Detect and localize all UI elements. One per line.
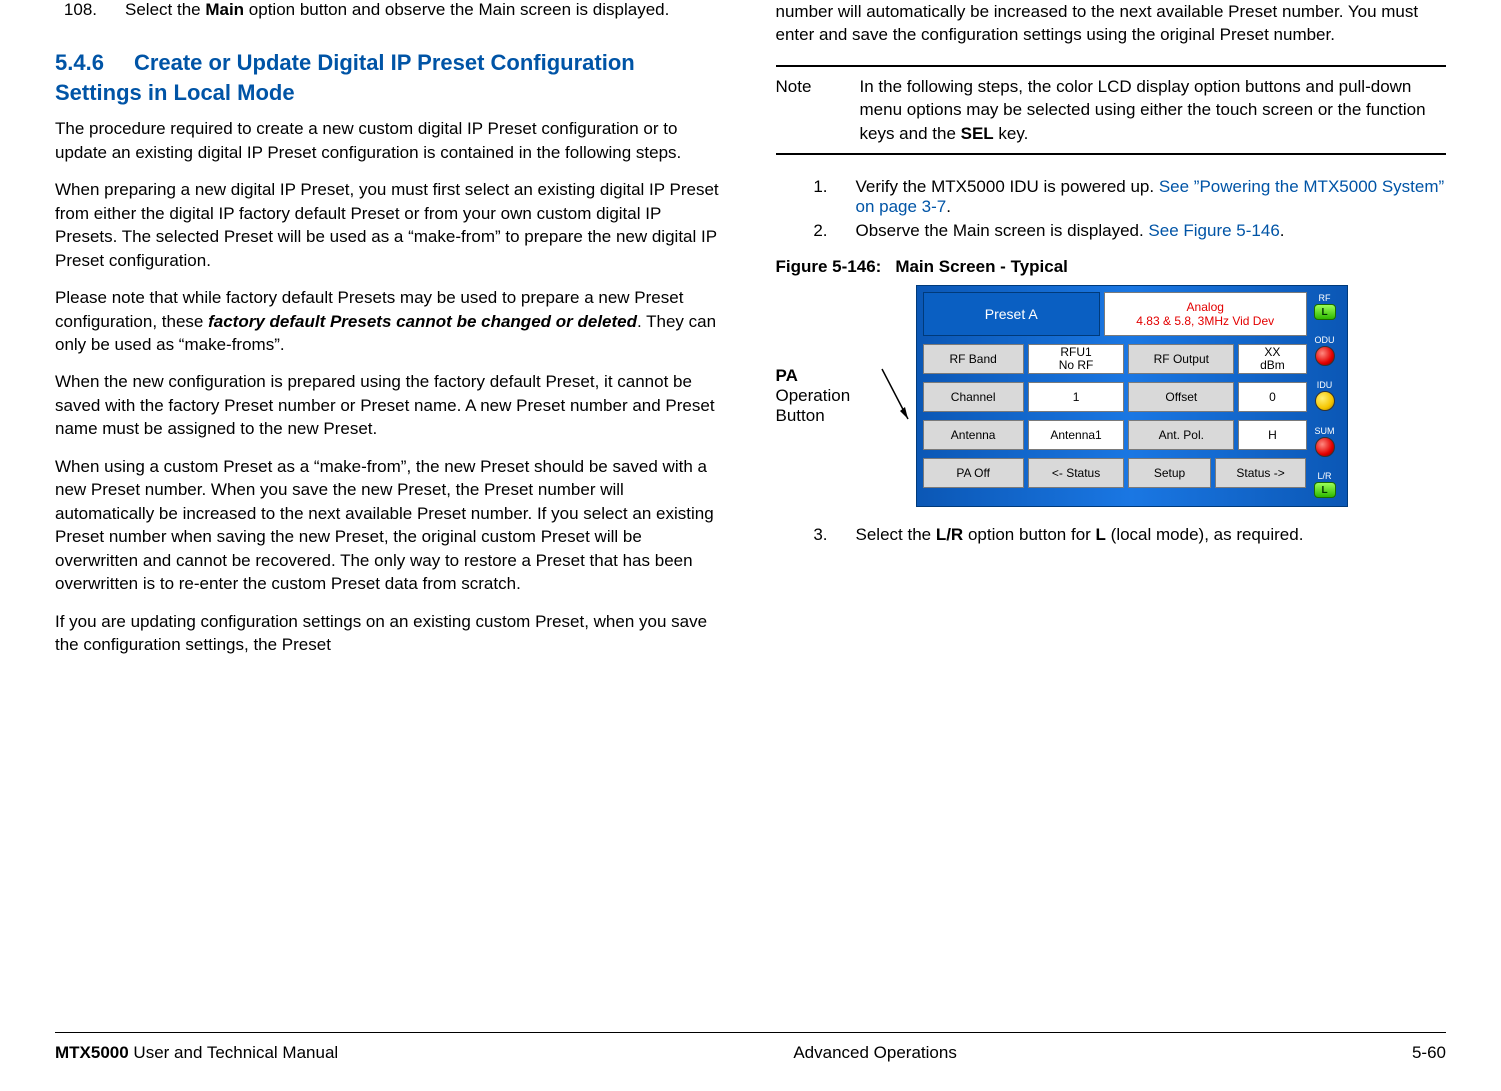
text: Verify the MTX5000 IDU is powered up. <box>856 177 1159 196</box>
rfu-value: RFU1 No RF <box>1028 344 1125 374</box>
figure-label: Figure 5-146: <box>776 257 882 276</box>
step-text: Observe the Main screen is displayed. Se… <box>856 221 1447 241</box>
product-name: MTX5000 <box>55 1043 129 1062</box>
paragraph: When preparing a new digital IP Preset, … <box>55 178 726 272</box>
figure-caption: Figure 5-146: Main Screen - Typical <box>776 257 1447 277</box>
step-number: 2. <box>798 221 828 241</box>
side-label: RF <box>1309 294 1341 303</box>
footer-center: Advanced Operations <box>793 1043 957 1063</box>
right-column: number will automatically be increased t… <box>776 0 1447 970</box>
text: Observe the Main screen is displayed. <box>856 221 1149 240</box>
figure-5-146: PA Operation Button Preset A Analog <box>776 285 1447 507</box>
page-footer: MTX5000 User and Technical Manual Advanc… <box>55 1032 1446 1063</box>
text: key. <box>994 124 1029 143</box>
sel-bold: SEL <box>961 124 994 143</box>
offset-button[interactable]: Offset <box>1128 382 1234 412</box>
pa-callout: PA Operation Button <box>776 366 876 427</box>
rf-output-button[interactable]: RF Output <box>1128 344 1234 374</box>
lr-button[interactable]: L <box>1314 482 1336 498</box>
heading-text: Create or Update Digital IP Preset Confi… <box>55 50 635 105</box>
l-bold: L <box>1096 525 1106 544</box>
antenna-button[interactable]: Antenna <box>923 420 1024 450</box>
cross-ref-link[interactable]: See Figure 5-146 <box>1148 221 1279 240</box>
rf-led-icon: L <box>1314 304 1336 320</box>
antenna-value: Antenna1 <box>1028 420 1125 450</box>
offset-value: 0 <box>1238 382 1306 412</box>
step-text: Select the Main option button and observ… <box>125 0 726 20</box>
pa-off-button[interactable]: PA Off <box>923 458 1024 488</box>
side-label: SUM <box>1309 427 1341 436</box>
channel-value: 1 <box>1028 382 1125 412</box>
pa-bold: PA <box>776 366 798 385</box>
channel-button[interactable]: Channel <box>923 382 1024 412</box>
step-text: Verify the MTX5000 IDU is powered up. Se… <box>856 177 1447 217</box>
preset-button[interactable]: Preset A <box>923 292 1100 336</box>
paragraph: When the new configuration is prepared u… <box>55 370 726 440</box>
ant-pol-value: H <box>1238 420 1306 450</box>
idu-led-icon <box>1315 391 1335 411</box>
lr-bold: L/R <box>936 525 963 544</box>
sum-led-icon <box>1315 437 1335 457</box>
paragraph-continued: number will automatically be increased t… <box>776 0 1447 47</box>
text: (local mode), as required. <box>1106 525 1303 544</box>
note-text: In the following steps, the color LCD di… <box>860 75 1447 145</box>
main-bold: Main <box>205 0 244 19</box>
step-number: 108. <box>55 0 97 20</box>
text: 4.83 & 5.8, 3MHz Vid Dev <box>1136 314 1274 328</box>
lcd-side-indicators: RF L ODU IDU <box>1309 292 1341 500</box>
paragraph: The procedure required to create a new c… <box>55 117 726 164</box>
note-label: Note <box>776 75 838 145</box>
figure-title: Main Screen - Typical <box>895 257 1068 276</box>
side-label: IDU <box>1309 381 1341 390</box>
text: . <box>1280 221 1285 240</box>
odu-led-icon <box>1315 346 1335 366</box>
side-label: L/R <box>1309 472 1341 481</box>
status-left-button[interactable]: <- Status <box>1028 458 1125 488</box>
text: In the following steps, the color LCD di… <box>860 77 1426 143</box>
step-text: Select the L/R option button for L (loca… <box>856 525 1447 545</box>
paragraph: Please note that while factory default P… <box>55 286 726 356</box>
rf-output-value: XX dBm <box>1238 344 1306 374</box>
side-label: ODU <box>1309 336 1341 345</box>
setup-button[interactable]: Setup <box>1128 458 1210 488</box>
emphasis: factory default Presets cannot be change… <box>208 312 637 331</box>
text: Select the <box>125 0 205 19</box>
manual-title: User and Technical Manual <box>129 1043 338 1062</box>
mode-display: Analog 4.83 & 5.8, 3MHz Vid Dev <box>1104 292 1307 336</box>
text: option button for <box>963 525 1095 544</box>
pa-rest: Operation Button <box>776 386 851 425</box>
heading-number: 5.4.6 <box>55 48 104 78</box>
note-box: Note In the following steps, the color L… <box>776 65 1447 155</box>
text: . <box>946 197 951 216</box>
lcd-panel: Preset A Analog 4.83 & 5.8, 3MHz Vid Dev… <box>916 285 1348 507</box>
status-right-button[interactable]: Status -> <box>1215 458 1307 488</box>
paragraph: When using a custom Preset as a “make-fr… <box>55 455 726 596</box>
step-1: 1. Verify the MTX5000 IDU is powered up.… <box>798 177 1447 217</box>
section-heading: 5.4.6Create or Update Digital IP Preset … <box>55 48 726 107</box>
step-number: 1. <box>798 177 828 217</box>
text: Select the <box>856 525 936 544</box>
left-column: 108. Select the Main option button and o… <box>55 0 726 970</box>
step-108: 108. Select the Main option button and o… <box>55 0 726 20</box>
footer-left: MTX5000 User and Technical Manual <box>55 1043 338 1063</box>
rf-band-button[interactable]: RF Band <box>923 344 1024 374</box>
callout-arrow-icon <box>880 361 912 431</box>
text: Analog <box>1187 300 1224 314</box>
footer-page-number: 5-60 <box>1412 1043 1446 1063</box>
step-2: 2. Observe the Main screen is displayed.… <box>798 221 1447 241</box>
ant-pol-button[interactable]: Ant. Pol. <box>1128 420 1234 450</box>
text: option button and observe the Main scree… <box>244 0 669 19</box>
step-3: 3. Select the L/R option button for L (l… <box>798 525 1447 545</box>
step-number: 3. <box>798 525 828 545</box>
paragraph: If you are updating configuration settin… <box>55 610 726 657</box>
